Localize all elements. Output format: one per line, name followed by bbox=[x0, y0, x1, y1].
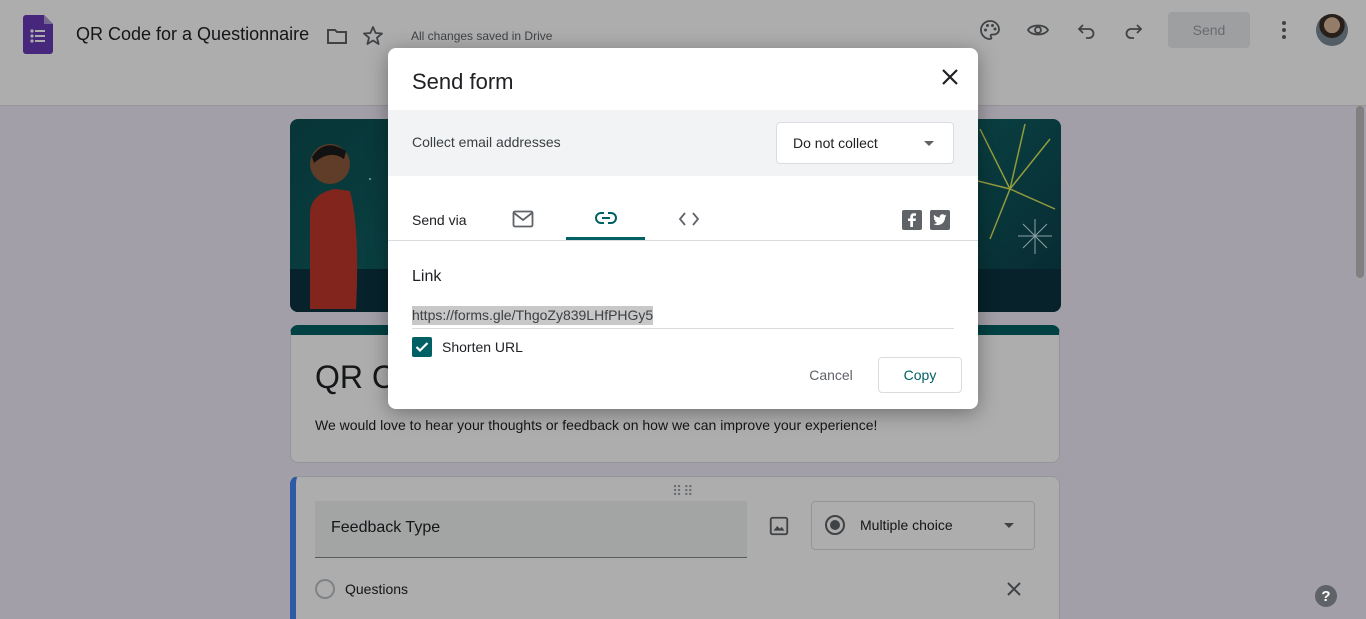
cancel-button[interactable]: Cancel bbox=[796, 357, 866, 393]
twitter-icon[interactable] bbox=[930, 210, 950, 230]
collect-email-row: Collect email addresses Do not collect bbox=[388, 110, 978, 176]
send-via-label: Send via bbox=[412, 212, 467, 228]
send-form-dialog: Send form Collect email addresses Do not… bbox=[388, 48, 978, 409]
email-icon bbox=[512, 210, 533, 228]
code-brackets-icon bbox=[678, 212, 699, 226]
dialog-title: Send form bbox=[412, 69, 514, 94]
collect-email-label: Collect email addresses bbox=[412, 134, 561, 150]
facebook-icon[interactable] bbox=[902, 210, 922, 230]
checkmark-icon bbox=[415, 342, 429, 353]
close-icon[interactable] bbox=[938, 65, 962, 89]
collect-email-select[interactable]: Do not collect bbox=[776, 122, 954, 164]
link-url-text[interactable]: https://forms.gle/ThgoZy839LHfPHGy5 bbox=[412, 306, 654, 325]
shorten-url-label[interactable]: Shorten URL bbox=[442, 339, 523, 355]
dropdown-caret-icon bbox=[924, 141, 934, 146]
link-url-field[interactable]: https://forms.gle/ThgoZy839LHfPHGy5 bbox=[412, 306, 954, 329]
link-heading: Link bbox=[412, 268, 442, 285]
tab-divider bbox=[388, 240, 978, 241]
tab-email[interactable] bbox=[483, 198, 562, 240]
shorten-url-checkbox[interactable] bbox=[412, 337, 432, 357]
copy-button[interactable]: Copy bbox=[878, 357, 962, 393]
tab-embed-html[interactable] bbox=[649, 198, 728, 240]
tab-link[interactable] bbox=[566, 198, 645, 240]
help-icon[interactable]: ? bbox=[1315, 585, 1337, 607]
link-icon bbox=[594, 211, 617, 224]
collect-email-value: Do not collect bbox=[793, 135, 878, 151]
